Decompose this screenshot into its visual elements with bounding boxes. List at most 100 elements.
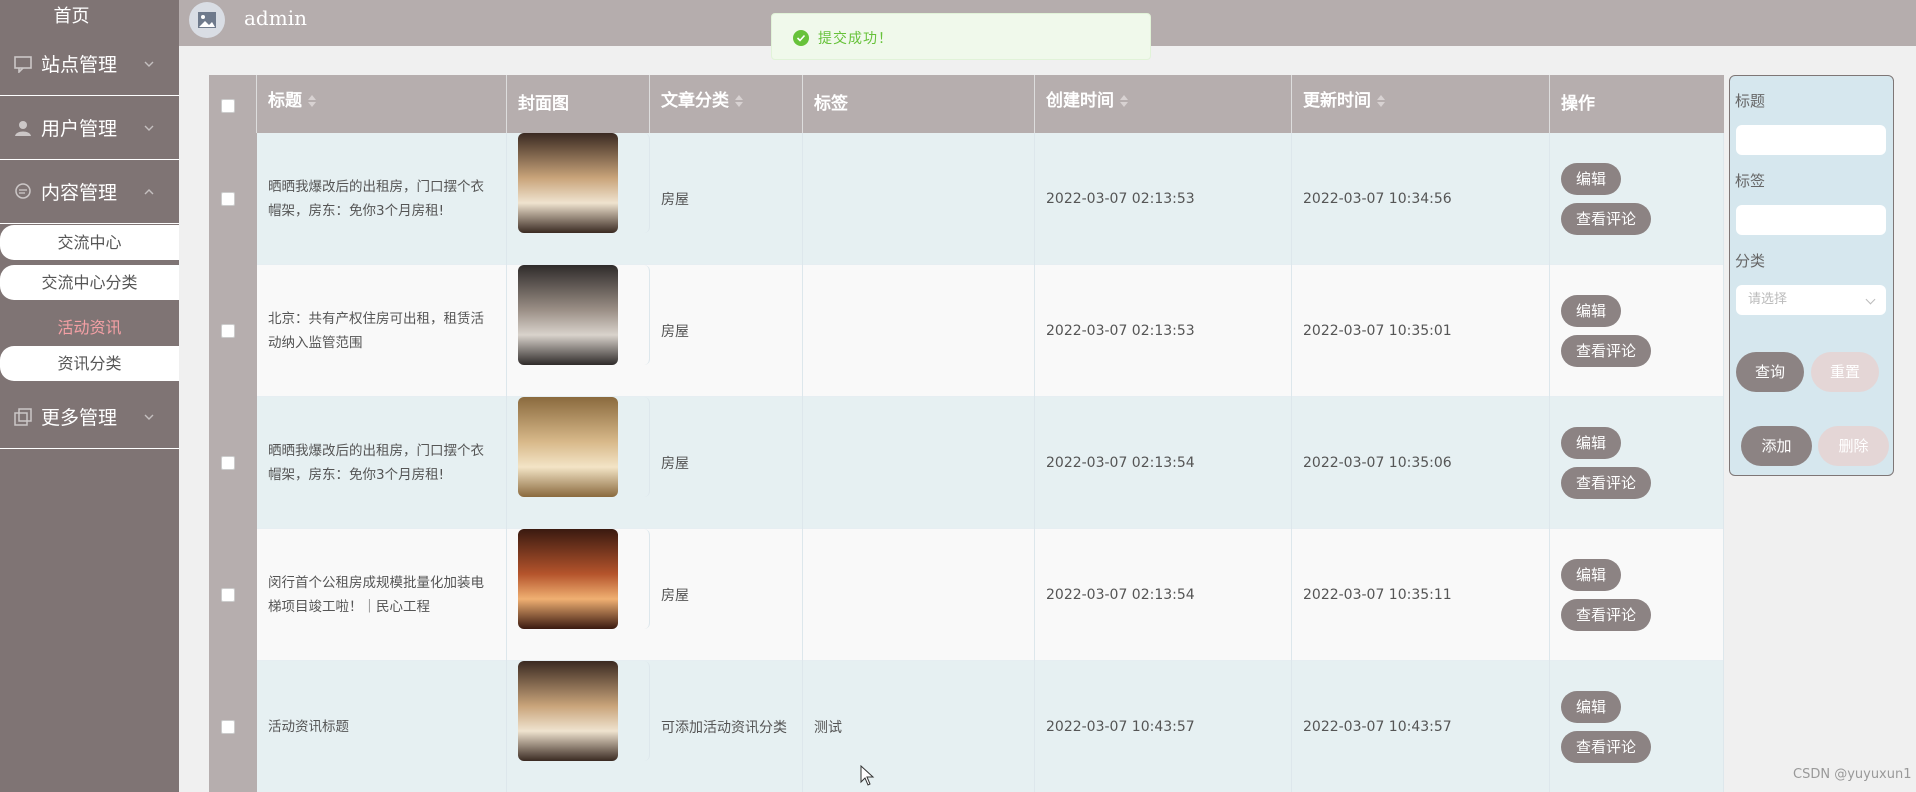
username[interactable]: admin: [244, 6, 307, 30]
created-cell-text: 2022-03-07 10:43:57: [1046, 719, 1195, 735]
column-title[interactable]: 标题: [257, 75, 507, 133]
sort-icon[interactable]: [1120, 95, 1128, 107]
toast-message: 提交成功！: [818, 31, 893, 47]
view-comments-button[interactable]: 查看评论: [1561, 731, 1652, 763]
tag-cell: [803, 529, 1035, 661]
created-cell: 2022-03-07 02:13:53: [1035, 133, 1292, 265]
articles-table: 标题 封面图 文章分类 标签 创建时间 更新时间 操作 晒晒我爆改后的出租房，门…: [209, 75, 1724, 792]
user-icon: [15, 121, 31, 136]
select-all-checkbox[interactable]: [221, 99, 235, 113]
reset-button[interactable]: 重置: [1811, 352, 1879, 392]
updated-cell-text: 2022-03-07 10:43:57: [1303, 719, 1452, 735]
edit-button[interactable]: 编辑: [1561, 295, 1622, 327]
sidebar-item-activity-news[interactable]: 活动资讯: [0, 310, 179, 345]
view-comments-button[interactable]: 查看评论: [1561, 467, 1652, 499]
column-created[interactable]: 创建时间: [1035, 75, 1292, 133]
sidebar-item-exchange-category[interactable]: 交流中心分类: [0, 265, 179, 300]
category-cell-text: 房屋: [661, 588, 689, 604]
mouse-cursor-icon: [860, 765, 875, 786]
view-comments-button[interactable]: 查看评论: [1561, 335, 1652, 367]
column-tag-label: 标签: [814, 94, 848, 114]
sort-icon[interactable]: [308, 95, 316, 107]
sidebar-group-user[interactable]: 用户管理: [0, 96, 179, 160]
column-category-label: 文章分类: [661, 91, 729, 111]
updated-cell-text: 2022-03-07 10:35:06: [1303, 455, 1452, 471]
cover-cell: [507, 529, 650, 629]
tag-cell: [803, 265, 1035, 397]
cover-cell: [507, 661, 650, 761]
row-select-cell: [209, 529, 257, 661]
sidebar-item-news-category[interactable]: 资讯分类: [0, 346, 179, 381]
category-cell: 房屋: [650, 133, 803, 265]
title-cell-text: 晒晒我爆改后的出租房，门口摆个衣帽架，房东：免你3个月房租!: [268, 443, 484, 483]
created-cell: 2022-03-07 02:13:54: [1035, 529, 1292, 661]
cover-image: [518, 661, 618, 761]
add-button[interactable]: 添加: [1741, 426, 1812, 466]
category-cell: 可添加活动资讯分类: [650, 661, 803, 792]
row-checkbox[interactable]: [221, 588, 235, 602]
delete-button[interactable]: 删除: [1818, 426, 1889, 466]
tag-cell: 测试: [803, 661, 1035, 792]
updated-cell: 2022-03-07 10:35:01: [1292, 265, 1550, 397]
sort-icon[interactable]: [735, 95, 743, 107]
row-select-cell: [209, 133, 257, 265]
table-row: 北京：共有产权住房可出租，租赁活动纳入监管范围 房屋 2022-03-07 02:1…: [209, 265, 1724, 397]
view-comments-button[interactable]: 查看评论: [1561, 599, 1652, 631]
table-row: 晒晒我爆改后的出租房，门口摆个衣帽架，房东：免你3个月房租! 房屋 2022-03-…: [209, 133, 1724, 265]
sidebar-item-home[interactable]: 首页: [0, 2, 143, 28]
chevron-up-icon: [144, 189, 154, 195]
sidebar-group-site[interactable]: 站点管理: [0, 32, 179, 96]
view-comments-button[interactable]: 查看评论: [1561, 203, 1652, 235]
edit-button[interactable]: 编辑: [1561, 559, 1622, 591]
category-cell-text: 房屋: [661, 192, 689, 208]
table-row: 闵行首个公租房成规模批量化加装电梯项目竣工啦！｜民心工程 房屋 2022-03-07…: [209, 529, 1724, 661]
avatar[interactable]: [189, 2, 225, 38]
title-cell: 晒晒我爆改后的出租房，门口摆个衣帽架，房东：免你3个月房租!: [257, 397, 507, 529]
chat-icon: [14, 56, 32, 73]
query-button[interactable]: 查询: [1736, 352, 1804, 392]
title-filter-input[interactable]: [1736, 125, 1886, 155]
row-checkbox[interactable]: [221, 192, 235, 206]
search-panel: 标题 标签 分类 请选择 查询 重置 添加 删除: [1729, 75, 1894, 476]
edit-button[interactable]: 编辑: [1561, 427, 1622, 459]
title-cell-text: 北京：共有产权住房可出租，租赁活动纳入监管范围: [268, 311, 484, 351]
sidebar-group-label: 站点管理: [41, 54, 118, 76]
sidebar-group-more[interactable]: 更多管理: [0, 385, 179, 449]
sidebar: 首页 站点管理 用户管理 内容管理 交流中心 交流中心分类 活动资讯 资讯分类 …: [0, 0, 179, 792]
actions-cell: 编辑 查看评论: [1550, 265, 1724, 397]
copy-icon: [14, 408, 32, 426]
category-cell: 房屋: [650, 265, 803, 397]
edit-button[interactable]: 编辑: [1561, 691, 1622, 723]
message-icon: [15, 183, 31, 199]
created-cell-text: 2022-03-07 02:13:53: [1046, 323, 1195, 339]
created-cell: 2022-03-07 10:43:57: [1035, 661, 1292, 792]
created-cell: 2022-03-07 02:13:53: [1035, 265, 1292, 397]
tag-cell-text: 测试: [814, 720, 842, 736]
created-cell-text: 2022-03-07 02:13:54: [1046, 455, 1195, 471]
tag-filter-input[interactable]: [1736, 205, 1886, 235]
row-checkbox[interactable]: [221, 456, 235, 470]
row-checkbox[interactable]: [221, 324, 235, 338]
row-checkbox[interactable]: [221, 720, 235, 734]
updated-cell: 2022-03-07 10:43:57: [1292, 661, 1550, 792]
sidebar-item-exchange-center[interactable]: 交流中心: [0, 225, 179, 260]
column-updated[interactable]: 更新时间: [1292, 75, 1550, 133]
column-actions: 操作: [1550, 75, 1724, 133]
category-select[interactable]: 请选择: [1736, 285, 1886, 315]
sidebar-group-label: 用户管理: [41, 118, 118, 140]
column-cover-label: 封面图: [518, 94, 569, 114]
sidebar-group-label: 更多管理: [41, 407, 118, 429]
column-updated-label: 更新时间: [1303, 91, 1371, 111]
title-cell: 晒晒我爆改后的出租房，门口摆个衣帽架，房东：免你3个月房租!: [257, 133, 507, 265]
image-icon: [198, 12, 216, 28]
sidebar-group-content[interactable]: 内容管理: [0, 160, 179, 224]
category-cell: 房屋: [650, 397, 803, 529]
column-title-label: 标题: [268, 91, 302, 111]
title-cell: 闵行首个公租房成规模批量化加装电梯项目竣工啦！｜民心工程: [257, 529, 507, 661]
edit-button[interactable]: 编辑: [1561, 163, 1622, 195]
sidebar-group-label: 内容管理: [41, 182, 118, 204]
sort-icon[interactable]: [1377, 95, 1385, 107]
column-category[interactable]: 文章分类: [650, 75, 803, 133]
cover-image: [518, 397, 618, 497]
category-cell-text: 房屋: [661, 456, 689, 472]
